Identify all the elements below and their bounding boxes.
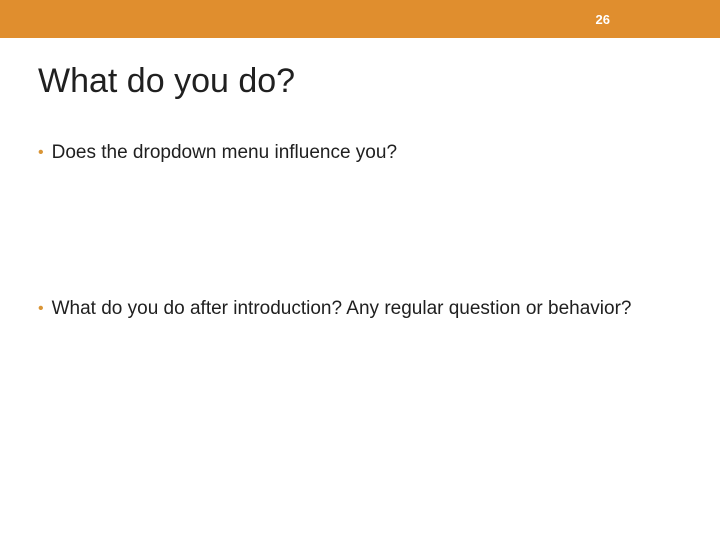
bullet-icon: • <box>38 296 44 322</box>
bullet-text: What do you do after introduction? Any r… <box>52 296 632 322</box>
list-item: • What do you do after introduction? Any… <box>38 296 660 322</box>
list-item: • Does the dropdown menu influence you? <box>38 140 660 166</box>
slide-title: What do you do? <box>38 62 295 101</box>
slide: 26 What do you do? • Does the dropdown m… <box>0 0 720 540</box>
page-number: 26 <box>596 12 610 27</box>
bullet-text: Does the dropdown menu influence you? <box>52 140 397 166</box>
bullet-icon: • <box>38 140 44 166</box>
header-bar: 26 <box>0 0 720 38</box>
bullet-list: • Does the dropdown menu influence you? … <box>38 140 660 452</box>
